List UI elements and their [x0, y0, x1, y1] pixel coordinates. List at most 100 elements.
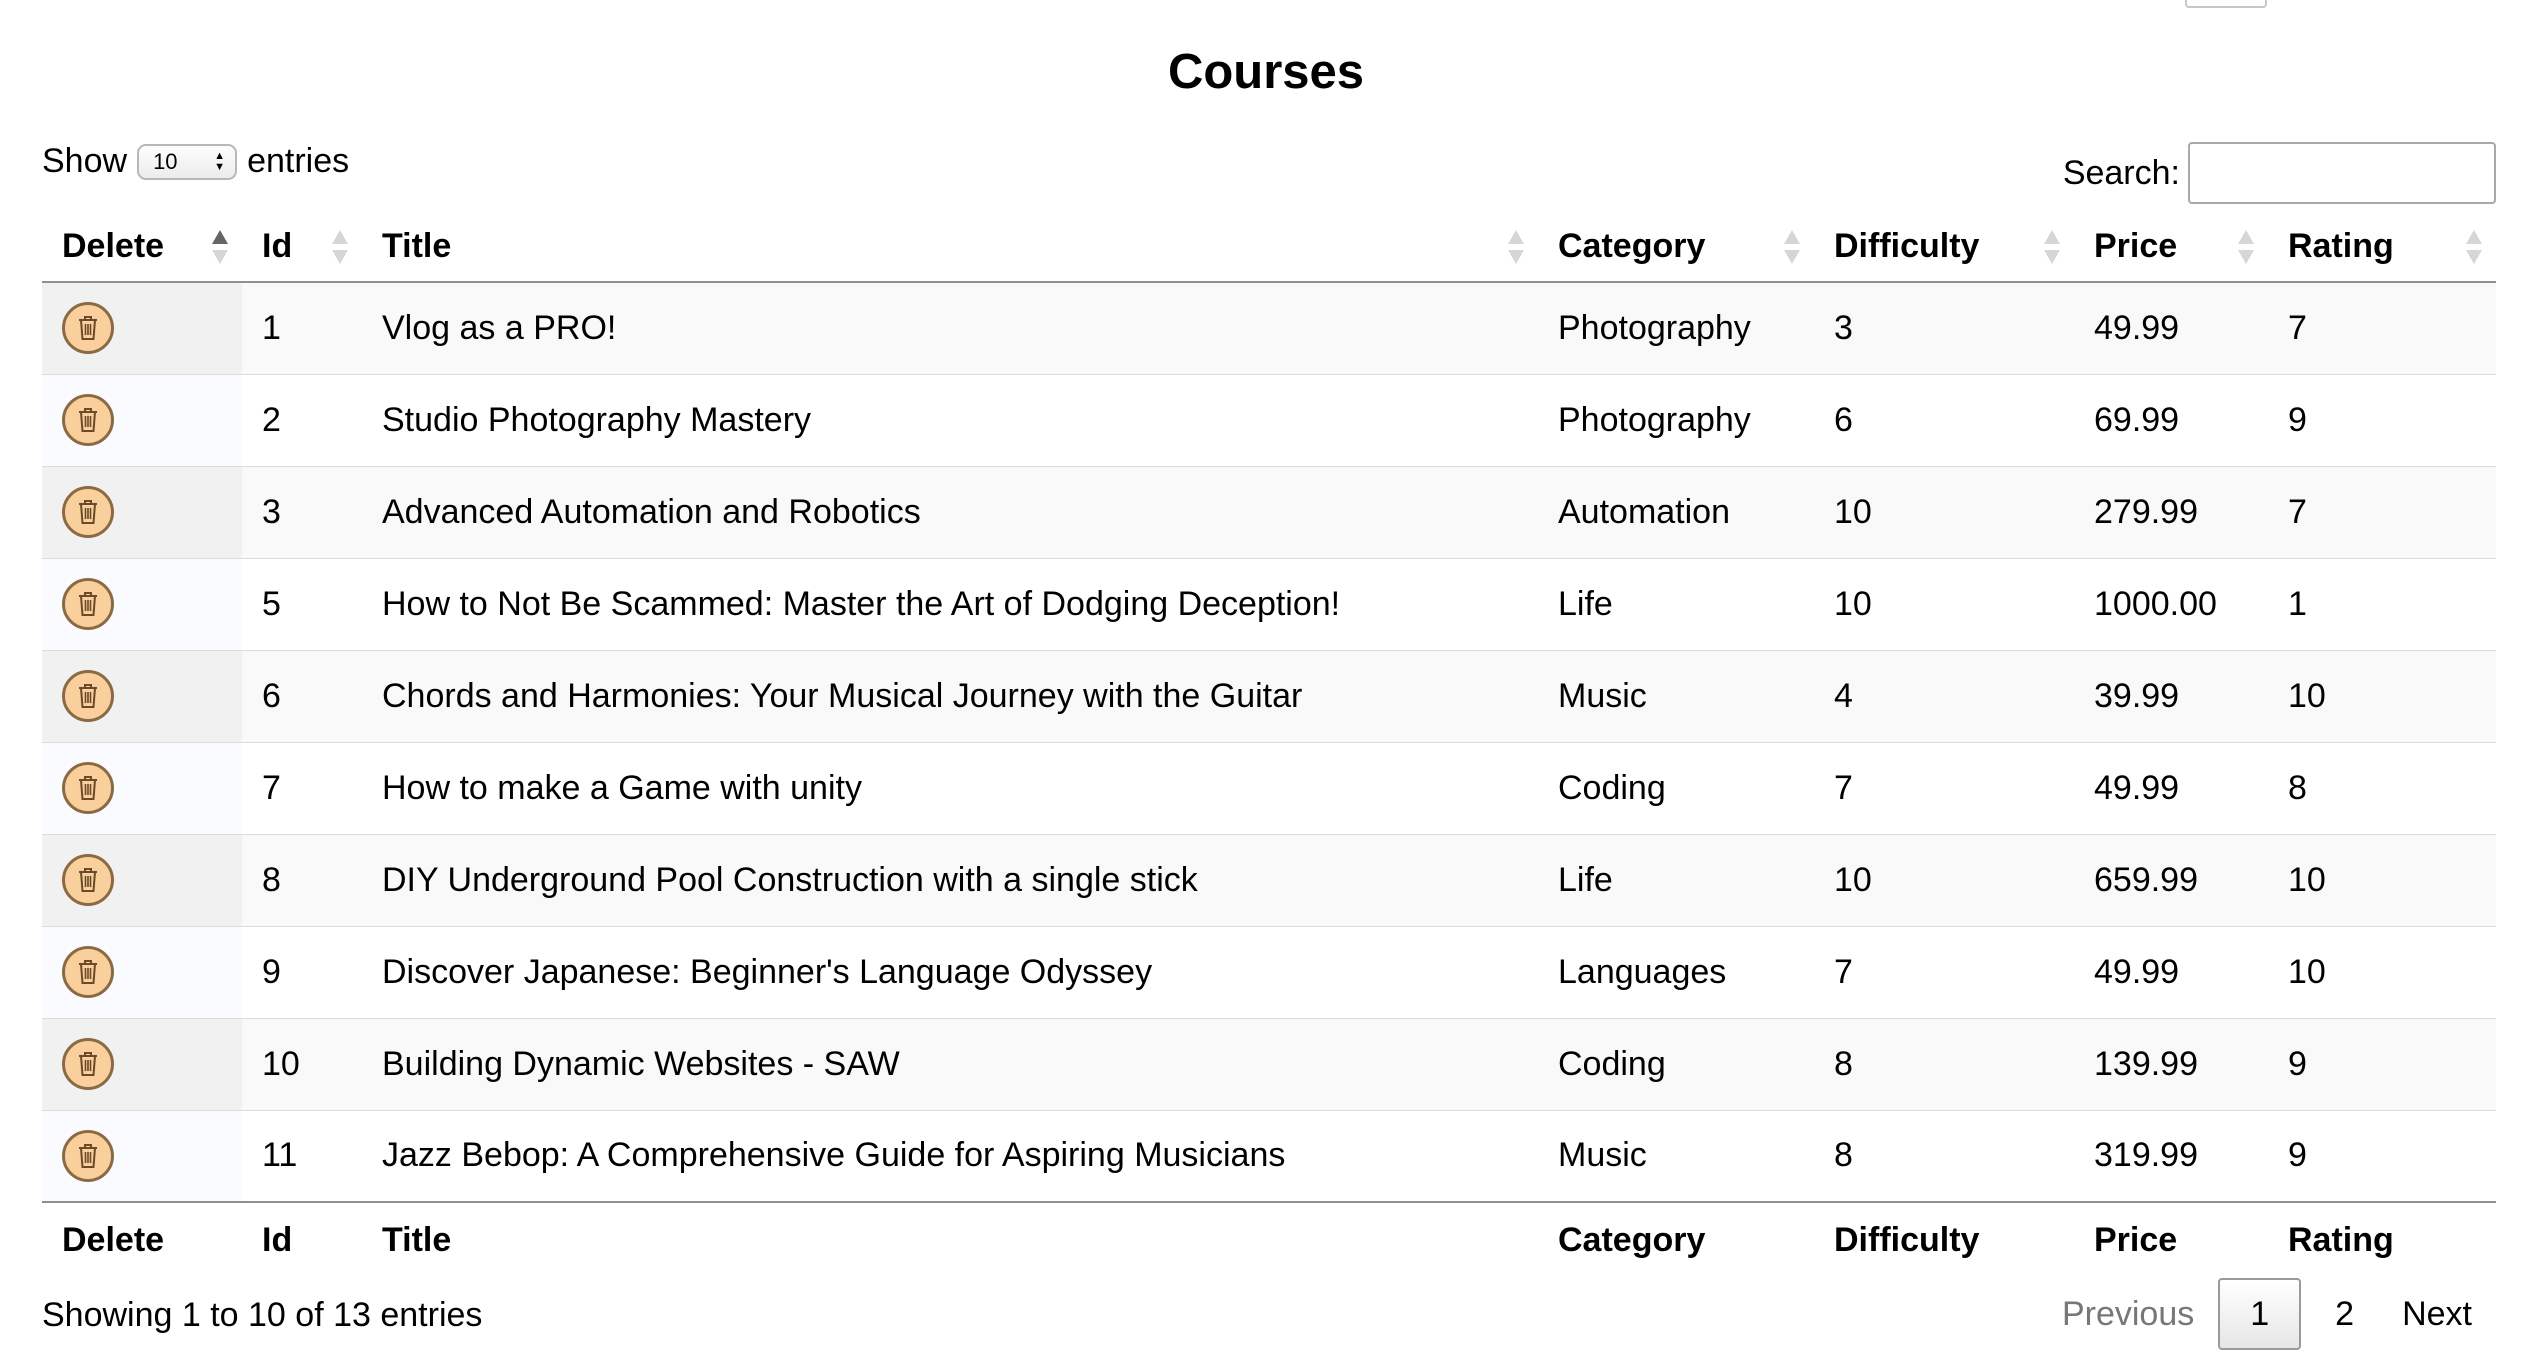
search-control: Search: [2063, 142, 2496, 204]
cell-title: DIY Underground Pool Construction with a… [362, 833, 1538, 926]
footer-category: Category [1538, 1201, 1814, 1278]
cell-price: 659.99 [2074, 833, 2268, 926]
courses-table: Delete Id Title Category Difficulty Pric… [42, 212, 2496, 1278]
delete-button[interactable] [62, 1038, 114, 1090]
cell-category: Coding [1538, 1017, 1814, 1110]
search-input[interactable] [2188, 142, 2496, 204]
delete-button[interactable] [62, 1129, 114, 1182]
cell-rating: 9 [2268, 1109, 2496, 1202]
sort-ascending-icon [212, 229, 228, 264]
cell-price: 49.99 [2074, 282, 2268, 374]
page-button-2[interactable]: 2 [2311, 1278, 2378, 1350]
entries-select-value: 10 [153, 148, 178, 174]
cell-category: Coding [1538, 741, 1814, 834]
cell-difficulty: 7 [1814, 741, 2074, 834]
column-header-title[interactable]: Title [362, 212, 1538, 283]
footer-id: Id [242, 1201, 362, 1278]
courses-page: Courses Show 10 ▲ ▼ entries Search: Delet… [0, 0, 2532, 1350]
footer-row: Delete Id Title Category Difficulty Pric… [42, 1201, 2496, 1278]
trash-icon [79, 1052, 97, 1076]
sort-icon [1784, 229, 1800, 264]
sort-icon [2466, 229, 2482, 264]
cell-title: Building Dynamic Websites - SAW [362, 1017, 1538, 1110]
cell-difficulty: 6 [1814, 373, 2074, 466]
table-info: Showing 1 to 10 of 13 entries [42, 1296, 483, 1334]
cell-price: 1000.00 [2074, 557, 2268, 650]
delete-button[interactable] [62, 302, 114, 355]
pagination: Previous 1 2 Next [2038, 1278, 2496, 1350]
sort-icon [332, 229, 348, 264]
cell-id: 5 [242, 557, 362, 650]
cell-price: 49.99 [2074, 741, 2268, 834]
cell-title: How to Not Be Scammed: Master the Art of… [362, 557, 1538, 650]
table-row: 9 Discover Japanese: Beginner's Language … [42, 925, 2496, 1018]
delete-button[interactable] [62, 946, 114, 998]
column-header-difficulty[interactable]: Difficulty [1814, 212, 2074, 283]
cell-category: Music [1538, 649, 1814, 742]
cell-rating: 7 [2268, 465, 2496, 558]
cell-rating: 10 [2268, 925, 2496, 1018]
delete-button[interactable] [62, 854, 114, 906]
cell-id: 2 [242, 373, 362, 466]
footer-title: Title [362, 1201, 1538, 1278]
table-row: 10 Building Dynamic Websites - SAW Coding 8… [42, 1017, 2496, 1110]
cell-title: Studio Photography Mastery [362, 373, 1538, 466]
table-row: 11 Jazz Bebop: A Comprehensive Guide for … [42, 1109, 2496, 1202]
cell-difficulty: 4 [1814, 649, 2074, 742]
column-header-category[interactable]: Category [1538, 212, 1814, 283]
cell-price: 319.99 [2074, 1109, 2268, 1202]
cell-category: Life [1538, 557, 1814, 650]
delete-button[interactable] [62, 762, 114, 814]
delete-cell [42, 1109, 242, 1202]
cell-rating: 10 [2268, 649, 2496, 742]
column-header-id[interactable]: Id [242, 212, 362, 283]
trash-icon [79, 868, 97, 892]
table-row: 8 DIY Underground Pool Construction with … [42, 833, 2496, 926]
page-title: Courses [1167, 45, 1365, 99]
cell-difficulty: 3 [1814, 282, 2074, 374]
cell-id: 11 [242, 1109, 362, 1202]
cell-difficulty: 10 [1814, 465, 2074, 558]
column-header-delete[interactable]: Delete [42, 212, 242, 283]
length-prefix: Show [42, 142, 128, 180]
cell-price: 39.99 [2074, 649, 2268, 742]
cell-difficulty: 8 [1814, 1109, 2074, 1202]
cell-price: 49.99 [2074, 925, 2268, 1018]
sort-icon [1508, 229, 1524, 264]
table-row: 7 How to make a Game with unity Coding 7 49.… [42, 741, 2496, 834]
cell-price: 279.99 [2074, 465, 2268, 558]
cell-title: Jazz Bebop: A Comprehensive Guide for As… [362, 1109, 1538, 1202]
cell-difficulty: 10 [1814, 833, 2074, 926]
footer-difficulty: Difficulty [1814, 1201, 2074, 1278]
delete-cell [42, 649, 242, 742]
delete-button[interactable] [62, 578, 114, 630]
delete-cell [42, 1017, 242, 1110]
delete-button[interactable] [62, 394, 114, 446]
cell-title: Chords and Harmonies: Your Musical Journ… [362, 649, 1538, 742]
cell-difficulty: 7 [1814, 925, 2074, 1018]
column-header-rating[interactable]: Rating [2268, 212, 2496, 283]
cell-id: 1 [242, 282, 362, 374]
select-arrows-icon: ▲ ▼ [214, 149, 226, 173]
cell-id: 6 [242, 649, 362, 742]
next-button[interactable]: Next [2378, 1278, 2496, 1350]
search-label: Search: [2062, 153, 2180, 192]
cell-id: 8 [242, 833, 362, 926]
column-header-price[interactable]: Price [2074, 212, 2268, 283]
delete-button[interactable] [62, 670, 114, 722]
table-row: 3 Advanced Automation and Robotics Automat… [42, 465, 2496, 558]
cell-rating: 10 [2268, 833, 2496, 926]
cell-rating: 7 [2268, 282, 2496, 374]
cell-title: Vlog as a PRO! [362, 282, 1538, 374]
top-partial-control [2185, 0, 2267, 8]
cell-difficulty: 8 [1814, 1017, 2074, 1110]
cell-rating: 8 [2268, 741, 2496, 834]
cell-category: Languages [1538, 925, 1814, 1018]
delete-button[interactable] [62, 486, 114, 538]
entries-select[interactable]: 10 ▲ ▼ [137, 143, 238, 180]
previous-button[interactable]: Previous [2038, 1278, 2218, 1350]
table-row: 2 Studio Photography Mastery Photography 6 6… [42, 373, 2496, 466]
trash-icon [79, 684, 97, 708]
trash-icon [79, 776, 97, 800]
page-button-1[interactable]: 1 [2218, 1278, 2302, 1350]
